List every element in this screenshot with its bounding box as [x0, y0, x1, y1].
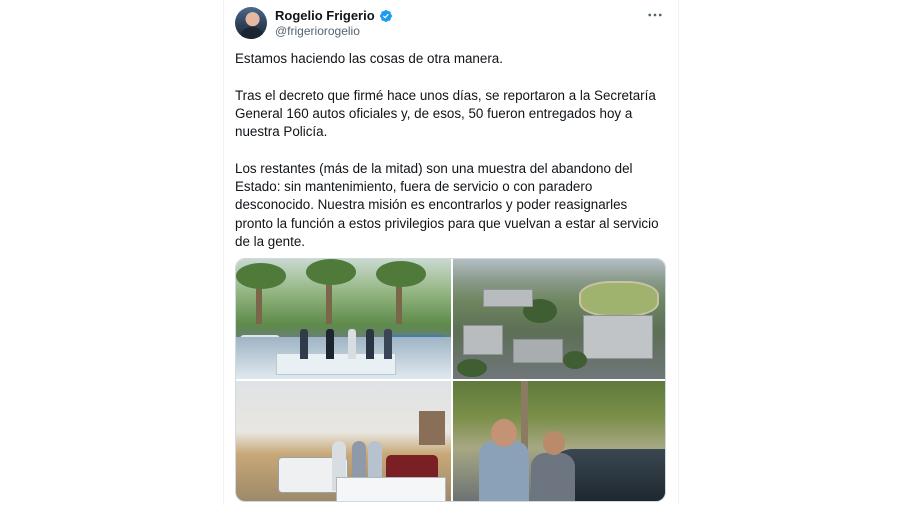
tweet-card: Rogelio Frigerio @frigeriorogelio Estamo… [223, 0, 679, 505]
author-handle[interactable]: @frigeriorogelio [275, 24, 360, 38]
author-display-name[interactable]: Rogelio Frigerio [275, 8, 375, 23]
photo-ceremony[interactable] [236, 259, 451, 379]
more-options-icon[interactable] [646, 6, 664, 24]
tweet-text: Estamos haciendo las cosas de otra maner… [235, 51, 659, 249]
author-name-row: Rogelio Frigerio [275, 8, 393, 23]
avatar[interactable] [235, 7, 267, 39]
photo-pickup-inspection[interactable] [236, 381, 451, 501]
photo-car-inspection[interactable] [453, 381, 665, 501]
verified-badge-icon [379, 9, 392, 22]
media-grid [235, 258, 666, 502]
photo-aerial[interactable] [453, 259, 665, 379]
